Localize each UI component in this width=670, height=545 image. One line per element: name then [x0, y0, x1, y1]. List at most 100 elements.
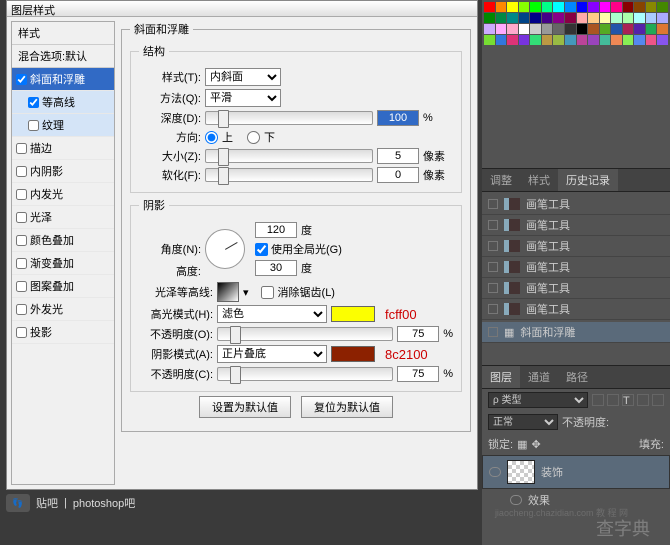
shadow-mode-select[interactable]: 正片叠底: [217, 345, 327, 363]
color-swatch[interactable]: [646, 35, 657, 45]
color-swatch[interactable]: [623, 35, 634, 45]
color-swatch[interactable]: [496, 35, 507, 45]
style-checkbox[interactable]: [16, 258, 27, 269]
color-swatch[interactable]: [600, 35, 611, 45]
color-swatch[interactable]: [507, 35, 518, 45]
history-checkbox[interactable]: [488, 262, 498, 272]
color-swatch[interactable]: [496, 24, 507, 34]
style-item-11[interactable]: 投影: [12, 321, 114, 344]
lock-pixels-icon[interactable]: ▦: [517, 438, 527, 451]
color-swatch[interactable]: [577, 24, 588, 34]
direction-up-radio[interactable]: [205, 131, 218, 144]
soften-input[interactable]: 0: [377, 167, 419, 183]
filter-image-icon[interactable]: [592, 394, 604, 406]
color-swatch[interactable]: [565, 13, 576, 23]
color-swatch[interactable]: [519, 13, 530, 23]
color-swatch[interactable]: [507, 13, 518, 23]
depth-slider[interactable]: [205, 111, 373, 125]
tab-history[interactable]: 历史记录: [558, 169, 618, 191]
color-swatch[interactable]: [542, 35, 553, 45]
history-checkbox[interactable]: [488, 241, 498, 251]
color-swatch[interactable]: [519, 2, 530, 12]
style-checkbox[interactable]: [16, 74, 27, 85]
lock-position-icon[interactable]: ✥: [531, 438, 540, 451]
make-default-button[interactable]: 设置为默认值: [199, 396, 291, 418]
color-swatch[interactable]: [577, 2, 588, 12]
color-swatch[interactable]: [600, 13, 611, 23]
style-select[interactable]: 内斜面: [205, 68, 281, 86]
style-checkbox[interactable]: [16, 327, 27, 338]
style-item-8[interactable]: 渐变叠加: [12, 252, 114, 275]
tab-layers[interactable]: 图层: [482, 366, 520, 388]
color-swatch[interactable]: [646, 2, 657, 12]
filter-adjust-icon[interactable]: [607, 394, 619, 406]
color-swatch[interactable]: [484, 24, 495, 34]
highlight-opacity-slider[interactable]: [217, 327, 393, 341]
color-swatch[interactable]: [530, 24, 541, 34]
color-swatch[interactable]: [588, 24, 599, 34]
style-item-5[interactable]: 内发光: [12, 183, 114, 206]
fx-eye-icon[interactable]: [510, 495, 522, 505]
style-checkbox[interactable]: [28, 97, 39, 108]
layer-thumbnail[interactable]: [507, 460, 535, 484]
color-swatch[interactable]: [588, 2, 599, 12]
color-swatch[interactable]: [507, 24, 518, 34]
color-swatch[interactable]: [634, 24, 645, 34]
history-item[interactable]: 画笔工具: [482, 215, 670, 236]
highlight-mode-select[interactable]: 滤色: [217, 305, 327, 323]
style-checkbox[interactable]: [16, 143, 27, 154]
color-swatch[interactable]: [496, 2, 507, 12]
color-swatch[interactable]: [565, 2, 576, 12]
color-swatch[interactable]: [577, 13, 588, 23]
color-swatch[interactable]: [611, 35, 622, 45]
shadow-color-swatch[interactable]: [331, 346, 375, 362]
color-swatch[interactable]: [588, 35, 599, 45]
color-swatch[interactable]: [634, 2, 645, 12]
color-swatch[interactable]: [565, 24, 576, 34]
filter-type-icon[interactable]: T: [622, 394, 634, 406]
shadow-opacity-slider[interactable]: [217, 367, 393, 381]
soften-slider[interactable]: [205, 168, 373, 182]
style-item-6[interactable]: 光泽: [12, 206, 114, 229]
color-swatch[interactable]: [542, 2, 553, 12]
angle-input[interactable]: 120: [255, 222, 297, 238]
history-checkbox[interactable]: [488, 327, 498, 337]
color-swatch[interactable]: [565, 35, 576, 45]
angle-wheel[interactable]: [205, 229, 245, 269]
history-item[interactable]: 画笔工具: [482, 257, 670, 278]
style-item-2[interactable]: 纹理: [12, 114, 114, 137]
highlight-opacity-input[interactable]: 75: [397, 326, 439, 342]
blend-mode-select[interactable]: 正常: [488, 414, 558, 430]
style-checkbox[interactable]: [16, 212, 27, 223]
color-swatch[interactable]: [530, 2, 541, 12]
color-swatch[interactable]: [611, 24, 622, 34]
style-checkbox[interactable]: [28, 120, 39, 131]
style-checkbox[interactable]: [16, 281, 27, 292]
color-swatch[interactable]: [484, 2, 495, 12]
footer-app[interactable]: photoshop吧: [73, 495, 135, 511]
history-checkbox[interactable]: [488, 220, 498, 230]
technique-select[interactable]: 平滑: [205, 89, 281, 107]
color-swatch[interactable]: [657, 35, 668, 45]
styles-header[interactable]: 样式: [12, 22, 114, 45]
visibility-eye-icon[interactable]: [489, 467, 501, 477]
swatches-panel[interactable]: [482, 0, 670, 128]
color-swatch[interactable]: [600, 2, 611, 12]
style-checkbox[interactable]: [16, 166, 27, 177]
history-item[interactable]: 画笔工具: [482, 299, 670, 320]
tab-styles[interactable]: 样式: [520, 169, 558, 191]
color-swatch[interactable]: [600, 24, 611, 34]
antialias-checkbox[interactable]: [261, 286, 274, 299]
size-input[interactable]: 5: [377, 148, 419, 164]
color-swatch[interactable]: [646, 24, 657, 34]
history-item[interactable]: 画笔工具: [482, 194, 670, 215]
color-swatch[interactable]: [657, 13, 668, 23]
color-swatch[interactable]: [646, 13, 657, 23]
style-item-10[interactable]: 外发光: [12, 298, 114, 321]
history-item[interactable]: 画笔工具: [482, 278, 670, 299]
color-swatch[interactable]: [530, 35, 541, 45]
color-swatch[interactable]: [657, 24, 668, 34]
color-swatch[interactable]: [623, 13, 634, 23]
reset-default-button[interactable]: 复位为默认值: [301, 396, 393, 418]
history-checkbox[interactable]: [488, 304, 498, 314]
